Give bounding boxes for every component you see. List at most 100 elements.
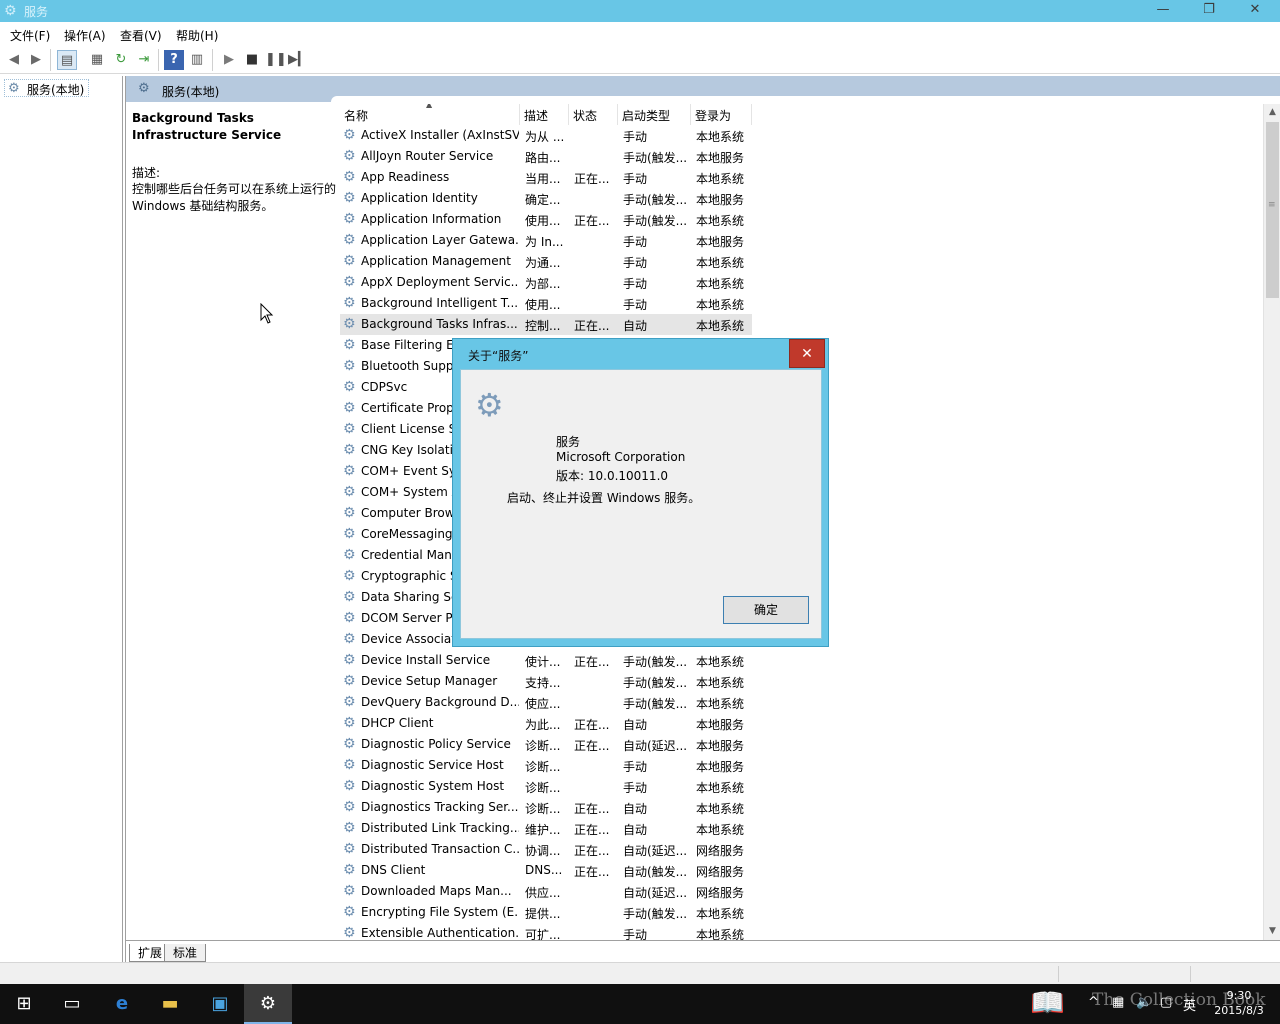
- play-icon[interactable]: ▶: [219, 50, 239, 70]
- table-row[interactable]: ⚙ AppX Deployment Servic... 为部... 手动 本地系统: [340, 272, 752, 293]
- service-gear-icon: ⚙: [343, 526, 356, 542]
- table-row[interactable]: ⚙ Encrypting File System (E... 提供... 手动(触发.…: [340, 902, 752, 923]
- table-row[interactable]: ⚙ Device Install Service 使计... 正在... 手动(触发..…: [340, 650, 752, 671]
- action-center-icon[interactable]: ▢: [1160, 995, 1172, 1010]
- cell-name: Diagnostic System Host: [361, 779, 505, 793]
- cell-name: Diagnostics Tracking Ser...: [361, 800, 519, 814]
- back-arrow-icon[interactable]: ◀: [4, 50, 24, 70]
- restore-button[interactable]: ❐: [1186, 0, 1232, 21]
- column-header-status[interactable]: 状态: [569, 104, 618, 125]
- task-view-icon[interactable]: ▭: [48, 984, 96, 1024]
- tab-standard[interactable]: 标准: [164, 944, 207, 962]
- service-gear-icon: ⚙: [343, 757, 356, 773]
- file-explorer-icon[interactable]: ▬: [146, 984, 194, 1024]
- minimize-button[interactable]: —: [1140, 0, 1186, 21]
- menu-action[interactable]: 操作(A): [64, 27, 106, 44]
- service-gear-icon: ⚙: [343, 778, 356, 794]
- pause-icon[interactable]: ❚❚: [265, 50, 287, 70]
- table-row[interactable]: ⚙ App Readiness 当用... 正在... 手动 本地系统: [340, 167, 752, 188]
- help-icon[interactable]: ?: [164, 50, 184, 70]
- input-method-indicator[interactable]: 英: [1183, 995, 1196, 1014]
- cell-name: Diagnostic Service Host: [361, 758, 504, 772]
- store-icon[interactable]: ▣: [196, 984, 244, 1024]
- properties-icon[interactable]: ▦: [87, 50, 107, 70]
- edge-icon[interactable]: e: [98, 984, 146, 1024]
- export-list-icon[interactable]: ⇥: [134, 50, 154, 70]
- table-row[interactable]: ⚙ Application Management 为通... 手动 本地系统: [340, 251, 752, 272]
- cell-log-on-as: 本地系统: [696, 802, 745, 816]
- table-row[interactable]: ⚙ Diagnostics Tracking Ser... 诊断... 正在... 自动…: [340, 797, 752, 818]
- column-header-name[interactable]: 名称 ▲: [340, 104, 520, 125]
- close-button[interactable]: ✕: [1232, 0, 1278, 21]
- window-title: 服务: [24, 5, 49, 19]
- menu-help[interactable]: 帮助(H): [176, 27, 218, 44]
- dialog-close-button[interactable]: ✕: [789, 339, 825, 368]
- cell-name: Distributed Link Tracking...: [361, 821, 519, 835]
- scroll-thumb[interactable]: [1266, 122, 1279, 298]
- table-row[interactable]: ⚙ Extensible Authentication... 可扩... 手动 本地系统: [340, 923, 752, 940]
- cell-description: 使用...: [525, 214, 561, 228]
- menu-file[interactable]: 文件(F): [10, 27, 50, 44]
- cell-description: 为部...: [525, 277, 561, 291]
- table-row[interactable]: ⚙ DHCP Client 为此... 正在... 自动 本地服务: [340, 713, 752, 734]
- cell-name: Device Install Service: [361, 653, 491, 667]
- volume-icon[interactable]: 🔈: [1136, 995, 1152, 1010]
- cell-startup-type: 自动: [623, 802, 648, 816]
- status-separator: [1190, 966, 1191, 982]
- scroll-down-icon[interactable]: ▼: [1264, 923, 1280, 940]
- cell-startup-type: 自动: [623, 823, 648, 837]
- cell-name: DHCP Client: [361, 716, 434, 730]
- network-icon[interactable]: ▦: [1112, 995, 1124, 1010]
- selected-service-title: Background Tasks Infrastructure Service: [132, 111, 282, 142]
- show-hidden-icons-icon[interactable]: ^: [1088, 995, 1099, 1010]
- vertical-scrollbar[interactable]: ▲ ≡ ▼: [1263, 104, 1280, 940]
- table-row[interactable]: ⚙ DNS Client DNS... 正在... 自动(触发... 网络服务: [340, 860, 752, 881]
- table-row[interactable]: ⚙ Distributed Link Tracking... 维护... 正在... 自…: [340, 818, 752, 839]
- table-row[interactable]: ⚙ Diagnostic System Host 诊断... 手动 本地系统: [340, 776, 752, 797]
- view-icon[interactable]: ▥: [187, 50, 207, 70]
- service-gear-icon: ⚙: [343, 316, 356, 332]
- service-gear-icon: ⚙: [343, 253, 356, 269]
- table-row[interactable]: ⚙ DevQuery Background D... 使应... 手动(触发... 本地…: [340, 692, 752, 713]
- table-row[interactable]: ⚙ Device Setup Manager 支持... 手动(触发... 本地系统: [340, 671, 752, 692]
- cell-startup-type: 手动(触发...: [623, 676, 688, 690]
- column-header-log-on-as[interactable]: 登录为: [691, 104, 752, 125]
- clock[interactable]: 9:30 2015/8/3: [1208, 988, 1270, 1018]
- refresh-icon[interactable]: ↻: [111, 50, 131, 70]
- restart-icon[interactable]: ▶▎: [288, 50, 308, 70]
- table-row[interactable]: ⚙ Diagnostic Policy Service 诊断... 正在... 自动(延…: [340, 734, 752, 755]
- cell-description: 使用...: [525, 298, 561, 312]
- table-row[interactable]: ⚙ Distributed Transaction C... 协调... 正在... 自…: [340, 839, 752, 860]
- service-gear-icon: ⚙: [343, 631, 356, 647]
- service-gear-icon: ⚙: [343, 127, 356, 143]
- stop-icon[interactable]: ■: [242, 50, 262, 70]
- column-header-startup-type[interactable]: 启动类型: [618, 104, 691, 125]
- table-row[interactable]: ⚙ Application Identity 确定... 手动(触发... 本地服务: [340, 188, 752, 209]
- column-header-description[interactable]: 描述: [520, 104, 569, 125]
- forward-arrow-icon[interactable]: ▶: [26, 50, 46, 70]
- table-row[interactable]: ⚙ Background Tasks Infras... 控制... 正在... 自动 本…: [340, 314, 752, 335]
- table-row[interactable]: ⚙ AllJoyn Router Service 路由... 手动(触发... 本地服务: [340, 146, 752, 167]
- service-gear-icon: ⚙: [343, 211, 356, 227]
- services-gear-icon[interactable]: ⚙: [244, 984, 292, 1024]
- scroll-up-icon[interactable]: ▲: [1264, 104, 1280, 121]
- cell-description: 诊断...: [525, 781, 561, 795]
- show-hide-tree-icon[interactable]: ▤: [57, 50, 77, 70]
- menu-view[interactable]: 查看(V): [120, 27, 162, 44]
- cell-name: AllJoyn Router Service: [361, 149, 494, 163]
- table-row[interactable]: ⚙ Diagnostic Service Host 诊断... 手动 本地服务: [340, 755, 752, 776]
- service-gear-icon: ⚙: [343, 463, 356, 479]
- cell-startup-type: 手动: [623, 256, 648, 270]
- table-row[interactable]: ⚙ Application Information 使用... 正在... 手动(触发.…: [340, 209, 752, 230]
- windows-start-icon[interactable]: ⊞: [0, 984, 48, 1024]
- cell-startup-type: 自动(延迟...: [623, 844, 688, 858]
- table-row[interactable]: ⚙ Application Layer Gatewa... 为 In... 手动 本地服…: [340, 230, 752, 251]
- cell-description: 使应...: [525, 697, 561, 711]
- cell-log-on-as: 本地系统: [696, 130, 745, 144]
- ok-button[interactable]: 确定: [723, 596, 809, 624]
- tree-node-services-local[interactable]: ⚙ 服务(本地): [4, 79, 90, 97]
- table-row[interactable]: ⚙ Downloaded Maps Man... 供应... 自动(延迟... 网络服务: [340, 881, 752, 902]
- cell-description: 使计...: [525, 655, 561, 669]
- table-row[interactable]: ⚙ ActiveX Installer (AxInstSV) 为从 ... 手动 本地系…: [340, 125, 752, 146]
- table-row[interactable]: ⚙ Background Intelligent T... 使用... 手动 本地系统: [340, 293, 752, 314]
